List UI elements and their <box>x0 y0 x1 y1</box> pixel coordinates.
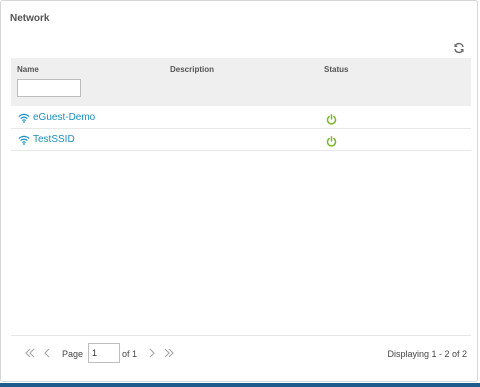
first-page-icon[interactable] <box>25 348 35 358</box>
pagination-bar: Page of 1 Displaying 1 - 2 of 2 <box>11 343 471 365</box>
page-label: Page <box>62 349 84 359</box>
column-header-name[interactable]: Name <box>17 65 39 74</box>
last-page-icon[interactable] <box>164 348 174 358</box>
network-panel: Network Name Description Status eGuest-D… <box>0 0 478 382</box>
pager-divider <box>11 335 471 336</box>
previous-page-icon[interactable] <box>42 348 52 358</box>
network-link[interactable]: TestSSID <box>18 134 75 145</box>
next-page-icon[interactable] <box>147 348 157 358</box>
page-number-input[interactable] <box>88 343 120 363</box>
panel-title: Network <box>10 13 50 24</box>
wifi-icon <box>18 135 30 145</box>
bottom-bar <box>0 383 480 387</box>
displaying-count: Displaying 1 - 2 of 2 <box>387 349 467 359</box>
power-on-icon <box>326 112 337 125</box>
table-row[interactable]: eGuest-Demo <box>11 107 471 129</box>
column-header-status[interactable]: Status <box>324 65 348 74</box>
network-link[interactable]: eGuest-Demo <box>18 112 95 123</box>
power-on-icon <box>326 134 337 147</box>
refresh-icon[interactable] <box>453 41 465 54</box>
wifi-icon <box>18 113 30 123</box>
table-row[interactable]: TestSSID <box>11 129 471 151</box>
network-name[interactable]: eGuest-Demo <box>33 112 95 123</box>
network-name[interactable]: TestSSID <box>33 134 75 145</box>
grid-header: Name Description Status <box>11 58 471 106</box>
page-count-label: of 1 <box>122 349 138 359</box>
name-filter-input[interactable] <box>17 79 81 97</box>
column-header-description[interactable]: Description <box>170 65 214 74</box>
